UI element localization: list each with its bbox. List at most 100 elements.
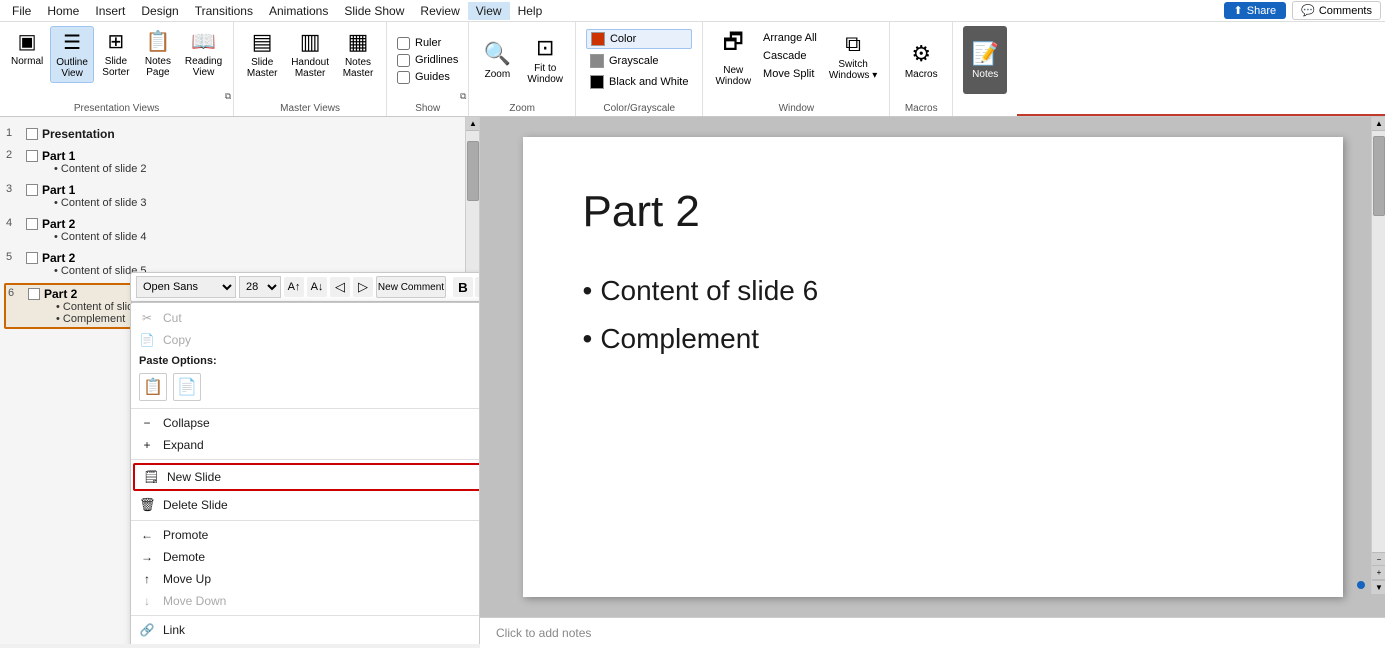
paste-keep-source-button[interactable]: 📋 [139, 373, 167, 401]
demote-icon: → [139, 550, 155, 564]
ribbon-group-show: Ruler Gridlines Guides Show ⧉ [387, 22, 469, 116]
new-comment-button[interactable]: New Comment [376, 276, 446, 298]
menu-view[interactable]: View [468, 2, 510, 20]
slide-canvas-wrapper: Part 2 • Content of slide 6 • Complement [480, 117, 1385, 617]
slide-content-4[interactable]: Part 2 • Content of slide 4 [42, 217, 473, 243]
outline-slide-3: 3 Part 1 • Content of slide 3 [4, 181, 475, 211]
slide-title-2: Part 1 [42, 149, 473, 163]
decrease-font-button[interactable]: A↓ [307, 277, 327, 297]
ribbon-notes-button[interactable]: 📝 Notes [953, 22, 1017, 116]
grayscale-button[interactable]: Grayscale [586, 52, 692, 70]
gridlines-checkbox[interactable]: Gridlines [397, 54, 458, 67]
bullet-dot-1: • [583, 267, 593, 315]
expand-icon-ctx: + [139, 438, 155, 452]
copy-menu-item[interactable]: 📄 Copy [131, 329, 480, 351]
outline-panel: 1 Presentation 2 Part 1 • Content of sli… [0, 117, 480, 644]
slide-scrollbar[interactable]: ▲ − + ▼ [1371, 117, 1385, 594]
menu-animations[interactable]: Animations [261, 2, 336, 20]
menu-home[interactable]: Home [39, 2, 87, 20]
new-window-button[interactable]: 🗗 NewWindow [709, 26, 757, 86]
paste-options-row: 📋 📄 [131, 369, 480, 405]
switch-windows-button[interactable]: ⧉ SwitchWindows ▾ [823, 26, 883, 86]
slide-scroll-up[interactable]: ▲ [1372, 117, 1385, 131]
ruler-checkbox[interactable]: Ruler [397, 37, 458, 50]
slide-scroll-thumb[interactable] [1373, 136, 1385, 216]
bold-button[interactable]: B [453, 277, 473, 297]
menu-review[interactable]: Review [412, 2, 467, 20]
zoom-button[interactable]: 🔍 Zoom [475, 30, 519, 90]
menu-slideshow[interactable]: Slide Show [336, 2, 412, 20]
collapse-menu-item[interactable]: − Collapse ▶ [131, 412, 480, 434]
notes-master-button[interactable]: ▦ NotesMaster [336, 26, 380, 82]
zoom-icon: 🔍 [484, 41, 511, 67]
comments-button[interactable]: 💬 Comments [1292, 1, 1381, 20]
decrease-indent-button[interactable]: ◁ [330, 277, 350, 297]
slide-scroll-down[interactable]: ▼ [1372, 580, 1385, 594]
zoom-label: Zoom [469, 103, 575, 114]
guides-checkbox[interactable]: Guides [397, 71, 458, 84]
slide-scroll-track [1372, 131, 1385, 552]
grayscale-swatch [590, 54, 604, 68]
move-split-button[interactable]: Move Split [759, 66, 821, 82]
expand-menu-item[interactable]: + Expand ▶ [131, 434, 480, 456]
increase-font-button[interactable]: A↑ [284, 277, 304, 297]
window-label: Window [703, 103, 889, 114]
paste-keep-text-button[interactable]: 📄 [173, 373, 201, 401]
arrange-all-button[interactable]: Arrange All [759, 30, 821, 46]
outline-view-button[interactable]: ☰ OutlineView [50, 26, 94, 83]
move-up-menu-item[interactable]: ↑ Move Up [131, 568, 480, 590]
slide-canvas[interactable]: Part 2 • Content of slide 6 • Complement [523, 137, 1343, 597]
cut-menu-item[interactable]: ✂ Cut [131, 307, 480, 329]
increase-indent-button[interactable]: ▷ [353, 277, 373, 297]
reading-view-button[interactable]: 📖 ReadingView [180, 26, 227, 81]
slide-content-2[interactable]: Part 1 • Content of slide 2 [42, 149, 473, 175]
demote-menu-item[interactable]: → Demote [131, 546, 480, 568]
reading-view-icon: 📖 [191, 29, 216, 54]
slide-body-2: • Content of slide 2 [42, 163, 473, 175]
new-slide-menu-item[interactable]: 🗒 New Slide [133, 463, 480, 491]
ribbon-group-color-grayscale: Color Grayscale Black and White Color/Gr… [576, 22, 703, 116]
font-family-select[interactable]: Open Sans [136, 276, 236, 298]
scroll-up-button[interactable]: ▲ [466, 117, 480, 131]
move-down-menu-item[interactable]: ↓ Move Down [131, 590, 480, 612]
menu-file[interactable]: File [4, 2, 39, 20]
link-menu-item[interactable]: 🔗 Link ▶ [131, 619, 480, 641]
menu-transitions[interactable]: Transitions [187, 2, 261, 20]
share-button[interactable]: ⬆ Share [1224, 2, 1287, 19]
slide-content-1[interactable]: Presentation [42, 127, 473, 141]
scroll-thumb[interactable] [467, 141, 479, 201]
delete-slide-menu-item[interactable]: 🗑 Delete Slide [131, 493, 480, 517]
expand-icon[interactable]: ⧉ [225, 91, 231, 102]
slide-sorter-button[interactable]: ⊞ SlideSorter [96, 26, 136, 81]
menubar: File Home Insert Design Transitions Anim… [0, 0, 1385, 22]
color-button[interactable]: Color [586, 29, 692, 49]
show-expand-icon[interactable]: ⧉ [460, 91, 466, 102]
menu-design[interactable]: Design [133, 2, 186, 20]
show-label: Show [387, 103, 468, 114]
new-slide-icon: 🗒 [143, 469, 159, 485]
cut-icon: ✂ [139, 311, 155, 325]
handout-master-button[interactable]: ▥ HandoutMaster [286, 26, 334, 82]
slide-body-3: • Content of slide 3 [42, 197, 473, 209]
slide-master-button[interactable]: ▤ SlideMaster [240, 26, 284, 82]
menu-insert[interactable]: Insert [87, 2, 133, 20]
outline-slide-2: 2 Part 1 • Content of slide 2 [4, 147, 475, 177]
font-size-select[interactable]: 28 [239, 276, 281, 298]
black-white-button[interactable]: Black and White [586, 73, 692, 91]
menu-help[interactable]: Help [510, 2, 551, 20]
notes-page-button[interactable]: 📋 NotesPage [138, 26, 178, 81]
macros-button[interactable]: ⚙ Macros [896, 30, 946, 90]
separator-2 [131, 459, 480, 460]
separator-1 [131, 408, 480, 409]
slide-content-3[interactable]: Part 1 • Content of slide 3 [42, 183, 473, 209]
cascade-button[interactable]: Cascade [759, 48, 821, 64]
fit-to-window-button[interactable]: ⊡ Fit toWindow [521, 30, 569, 90]
ribbon: ▣ Normal ☰ OutlineView ⊞ SlideSorter 📋 N… [0, 22, 1385, 117]
promote-menu-item[interactable]: ← Promote [131, 524, 480, 546]
slide-area: Part 2 • Content of slide 6 • Complement… [480, 117, 1385, 644]
slide-thumb-3 [26, 184, 38, 196]
switch-windows-icon: ⧉ [845, 31, 861, 57]
normal-view-button[interactable]: ▣ Normal [6, 26, 48, 70]
notes-area[interactable]: Click to add notes [480, 617, 1385, 648]
normal-icon: ▣ [18, 29, 37, 54]
